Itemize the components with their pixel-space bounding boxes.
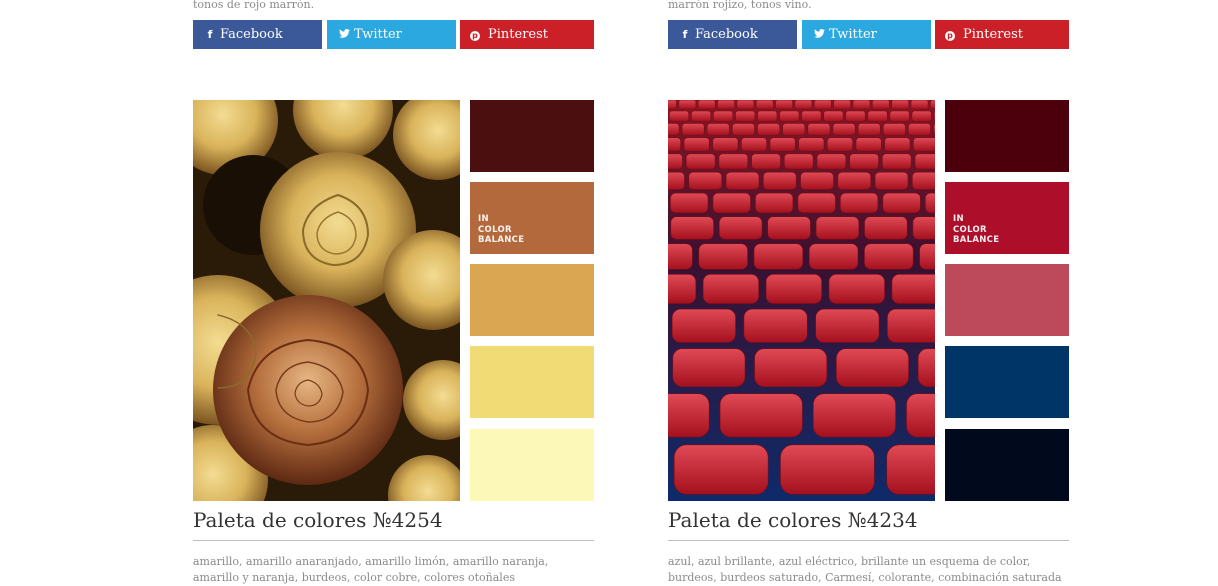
facebook-icon: f	[682, 28, 688, 41]
tags-line: amarillo y naranja, burdeos, color cobre…	[193, 571, 515, 584]
tags-line: amarillo, amarillo anaranjado, amarillo …	[193, 555, 549, 568]
color-swatch-5[interactable]	[470, 429, 594, 501]
divider	[193, 540, 594, 541]
share-facebook-label: Facebook	[220, 27, 283, 42]
in-color-balance-watermark: IN COLOR BALANCE	[478, 214, 525, 245]
palette-title[interactable]: Paleta de colores №4254	[193, 508, 443, 532]
share-twitter-button[interactable]: Twitter	[327, 20, 456, 49]
color-swatch-2[interactable]: IN COLOR BALANCE	[945, 182, 1069, 254]
color-swatch-3[interactable]	[945, 264, 1069, 336]
twitter-icon	[812, 20, 826, 49]
palette-photo-stadium-seats[interactable]	[668, 100, 935, 501]
share-pinterest-button[interactable]: p Pinterest	[935, 20, 1069, 49]
palette-tags: azul, azul brillante, azul eléctrico, br…	[668, 554, 1069, 586]
share-facebook-button[interactable]: f Facebook	[193, 20, 322, 49]
tags-line: azul, azul brillante, azul eléctrico, br…	[668, 555, 1031, 568]
color-swatch-4[interactable]	[945, 346, 1069, 418]
in-color-balance-watermark: IN COLOR BALANCE	[953, 214, 1000, 245]
color-swatch-4[interactable]	[470, 346, 594, 418]
color-swatch-1[interactable]	[470, 100, 594, 172]
facebook-icon: f	[207, 28, 213, 41]
color-swatch-2[interactable]: IN COLOR BALANCE	[470, 182, 594, 254]
palette-description-tail: marrón rojizo, tonos vino.	[668, 0, 812, 11]
share-pinterest-button[interactable]: p Pinterest	[460, 20, 594, 49]
share-twitter-button[interactable]: Twitter	[802, 20, 931, 49]
pinterest-icon: p	[470, 31, 480, 41]
palette-photo-roses[interactable]	[193, 100, 460, 501]
twitter-icon	[337, 20, 351, 49]
share-pinterest-label: Pinterest	[963, 27, 1023, 42]
palette-tags: amarillo, amarillo anaranjado, amarillo …	[193, 554, 594, 586]
color-swatch-1[interactable]	[945, 100, 1069, 172]
color-swatch-3[interactable]	[470, 264, 594, 336]
divider	[668, 540, 1069, 541]
tags-line: burdeos, burdeos saturado, Carmesí, colo…	[668, 571, 1062, 584]
share-twitter-label: Twitter	[829, 27, 877, 42]
share-pinterest-label: Pinterest	[488, 27, 548, 42]
share-twitter-label: Twitter	[354, 27, 402, 42]
color-swatch-5[interactable]	[945, 429, 1069, 501]
pinterest-icon: p	[945, 31, 955, 41]
share-facebook-button[interactable]: f Facebook	[668, 20, 797, 49]
share-facebook-label: Facebook	[695, 27, 758, 42]
palette-description-tail: tonos de rojo marrón.	[193, 0, 315, 11]
palette-title[interactable]: Paleta de colores №4234	[668, 508, 918, 532]
